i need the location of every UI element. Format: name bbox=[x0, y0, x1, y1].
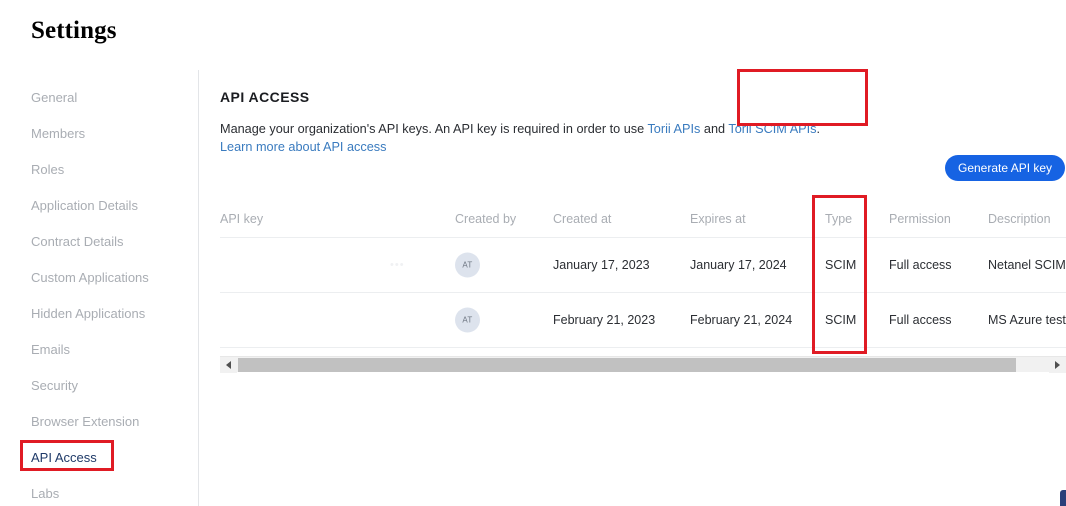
cell-description: Netanel SCIM bbox=[988, 258, 1066, 272]
triangle-left-icon bbox=[226, 361, 231, 369]
cell-expires-at: January 17, 2024 bbox=[690, 258, 787, 272]
sidebar-item-hidden-applications[interactable]: Hidden Applications bbox=[31, 306, 145, 322]
settings-page: Settings General Members Roles Application … bbox=[0, 0, 1066, 506]
cell-expires-at: February 21, 2024 bbox=[690, 313, 792, 327]
avatar[interactable]: AT bbox=[455, 253, 480, 278]
cell-permission: Full access bbox=[889, 313, 952, 327]
cell-created-at: January 17, 2023 bbox=[553, 258, 650, 272]
scrollbar-thumb[interactable] bbox=[238, 358, 1016, 372]
description-text-2: and bbox=[700, 122, 728, 136]
column-header-permission[interactable]: Permission bbox=[889, 212, 951, 226]
sidebar-item-custom-applications[interactable]: Custom Applications bbox=[31, 270, 149, 286]
sidebar-item-security[interactable]: Security bbox=[31, 378, 78, 394]
column-header-description[interactable]: Description bbox=[988, 212, 1051, 226]
sidebar-item-emails[interactable]: Emails bbox=[31, 342, 70, 358]
table-row[interactable]: AT February 21, 2023 February 21, 2024 S… bbox=[220, 293, 1066, 348]
sidebar-item-browser-extension[interactable]: Browser Extension bbox=[31, 414, 139, 430]
torii-apis-link[interactable]: Torii APIs bbox=[647, 122, 700, 136]
sidebar-item-labs[interactable]: Labs bbox=[31, 486, 59, 502]
annotation-box-type-column bbox=[812, 195, 867, 354]
column-header-expires-at[interactable]: Expires at bbox=[690, 212, 746, 226]
api-keys-table: API key Created by Created at Expires at… bbox=[220, 201, 1066, 348]
column-header-created-by[interactable]: Created by bbox=[455, 212, 516, 226]
generate-api-key-button[interactable]: Generate API key bbox=[945, 155, 1065, 181]
table-header-row: API key Created by Created at Expires at… bbox=[220, 201, 1066, 238]
cell-permission: Full access bbox=[889, 258, 952, 272]
sidebar-item-general[interactable]: General bbox=[31, 90, 77, 106]
annotation-box-api-access bbox=[20, 440, 114, 471]
api-access-panel: API ACCESS Manage your organization's AP… bbox=[198, 70, 1066, 506]
scroll-left-arrow-icon[interactable] bbox=[220, 357, 237, 373]
sidebar-item-members[interactable]: Members bbox=[31, 126, 85, 142]
sidebar-item-roles[interactable]: Roles bbox=[31, 162, 64, 178]
table-row[interactable]: ••• AT January 17, 2023 January 17, 2024… bbox=[220, 238, 1066, 293]
sidebar-item-contract-details[interactable]: Contract Details bbox=[31, 234, 123, 250]
horizontal-scrollbar[interactable] bbox=[220, 356, 1066, 372]
description-text-1: Manage your organization's API keys. An … bbox=[220, 122, 647, 136]
section-title: API ACCESS bbox=[220, 89, 310, 105]
page-title: Settings bbox=[31, 17, 117, 45]
sidebar-item-application-details[interactable]: Application Details bbox=[31, 198, 138, 214]
avatar[interactable]: AT bbox=[455, 308, 480, 333]
column-header-created-at[interactable]: Created at bbox=[553, 212, 611, 226]
cell-description: MS Azure test bbox=[988, 313, 1066, 327]
learn-more-link[interactable]: Learn more about API access bbox=[220, 140, 386, 154]
column-header-api-key[interactable]: API key bbox=[220, 212, 263, 226]
learn-more-row: Learn more about API access bbox=[220, 139, 386, 156]
scroll-right-arrow-icon[interactable] bbox=[1049, 357, 1066, 373]
triangle-right-icon bbox=[1055, 361, 1060, 369]
annotation-box-generate-api-key bbox=[737, 69, 868, 126]
api-key-masked: ••• bbox=[390, 259, 405, 271]
help-widget-sliver[interactable] bbox=[1060, 490, 1066, 506]
cell-created-at: February 21, 2023 bbox=[553, 313, 655, 327]
